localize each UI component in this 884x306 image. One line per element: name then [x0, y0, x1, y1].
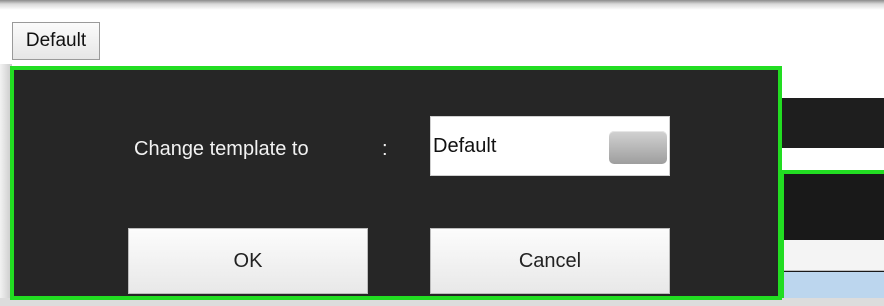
background-list-panel: [780, 170, 884, 306]
template-dropdown[interactable]: Default: [430, 116, 670, 176]
change-template-dialog: Change template to : Default OK Cancel: [10, 66, 782, 300]
background-toolbar: [780, 98, 884, 148]
dropdown-arrow-icon[interactable]: [609, 131, 667, 164]
template-dropdown-value: Default: [433, 135, 497, 157]
cancel-button[interactable]: Cancel: [430, 228, 670, 294]
ok-button[interactable]: OK: [128, 228, 368, 294]
title-bar-edge: [0, 0, 884, 10]
label-separator: :: [382, 138, 388, 160]
app-window: Default Change template to : Default OK …: [0, 0, 884, 306]
change-template-label: Change template to: [134, 138, 309, 160]
list-item[interactable]: [784, 240, 884, 271]
template-selector-button[interactable]: Default: [12, 22, 100, 60]
